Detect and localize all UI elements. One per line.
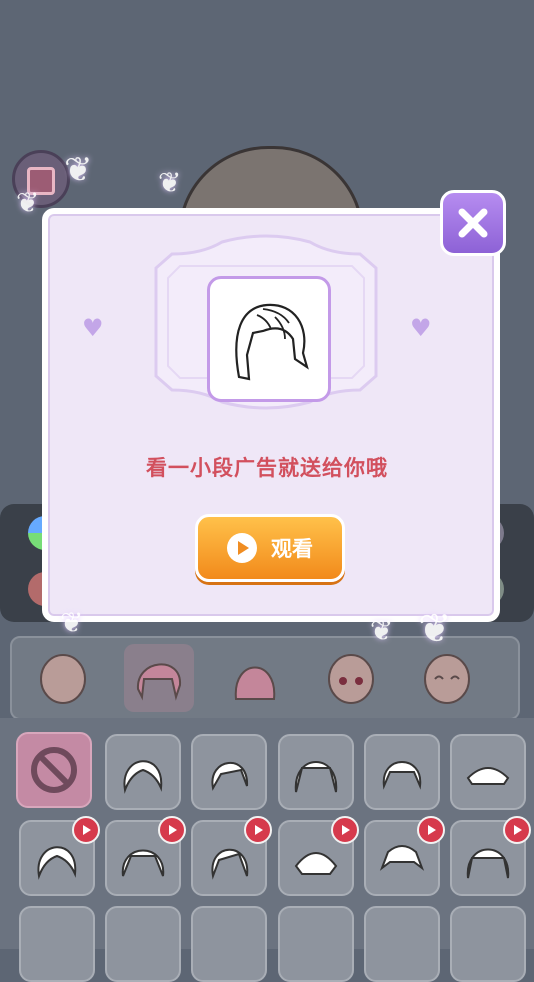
hair-style-item[interactable] [19,906,95,982]
butterfly-decoration-icon: ❦ [60,606,84,639]
butterfly-decoration-icon: ❦ [64,150,93,190]
butterfly-decoration-icon: ❦ [418,606,452,652]
tab-expression[interactable] [412,644,482,712]
video-ad-icon [158,816,186,844]
hair-style-item[interactable] [105,734,181,810]
video-ad-icon [244,816,272,844]
hair-style-item[interactable] [364,906,440,982]
hair-style-icon [466,767,510,785]
hair-style-icon [123,760,163,794]
video-ad-icon [503,816,531,844]
watch-ad-button[interactable]: 观看 [195,514,345,582]
video-ad-icon [72,816,100,844]
tab-face[interactable] [316,644,386,712]
tab-hair[interactable] [124,644,194,712]
hair-style-icon [211,761,249,791]
reward-message: 看一小段广告就送给你哦 [146,456,388,480]
face-icon [328,654,374,704]
hair-preview [207,276,331,402]
hair-style-item[interactable] [450,906,526,982]
hair-style-item[interactable] [191,906,267,982]
hair-style-item[interactable] [105,906,181,982]
back-hair-icon [234,666,276,700]
hair-style-item[interactable] [191,734,267,810]
hair-style-item[interactable] [364,734,440,810]
no-selection-icon [31,747,77,793]
hair-icon [136,663,182,701]
hair-style-item[interactable] [278,734,354,810]
close-icon [458,208,488,238]
hair-preview-icon [235,303,309,381]
watch-ad-label: 观看 [271,537,313,561]
face-base-icon [40,654,86,704]
hair-style-item[interactable] [450,734,526,810]
heart-decoration-icon: ♥ [82,314,104,342]
tab-back-hair[interactable] [220,644,290,712]
video-ad-icon [331,816,359,844]
close-dialog-button[interactable] [440,190,506,256]
heart-decoration-icon: ♥ [410,314,432,342]
no-hair-option[interactable] [16,732,92,808]
butterfly-decoration-icon: ❦ [370,614,394,647]
play-icon [227,533,257,563]
hair-style-icon [382,761,422,790]
tab-face-base[interactable] [28,644,98,712]
hair-style-icon [294,761,338,793]
video-ad-icon [417,816,445,844]
butterfly-decoration-icon: ❦ [158,166,182,199]
butterfly-decoration-icon: ❦ [16,186,40,219]
expression-icon [424,654,470,704]
hair-style-item[interactable] [278,906,354,982]
